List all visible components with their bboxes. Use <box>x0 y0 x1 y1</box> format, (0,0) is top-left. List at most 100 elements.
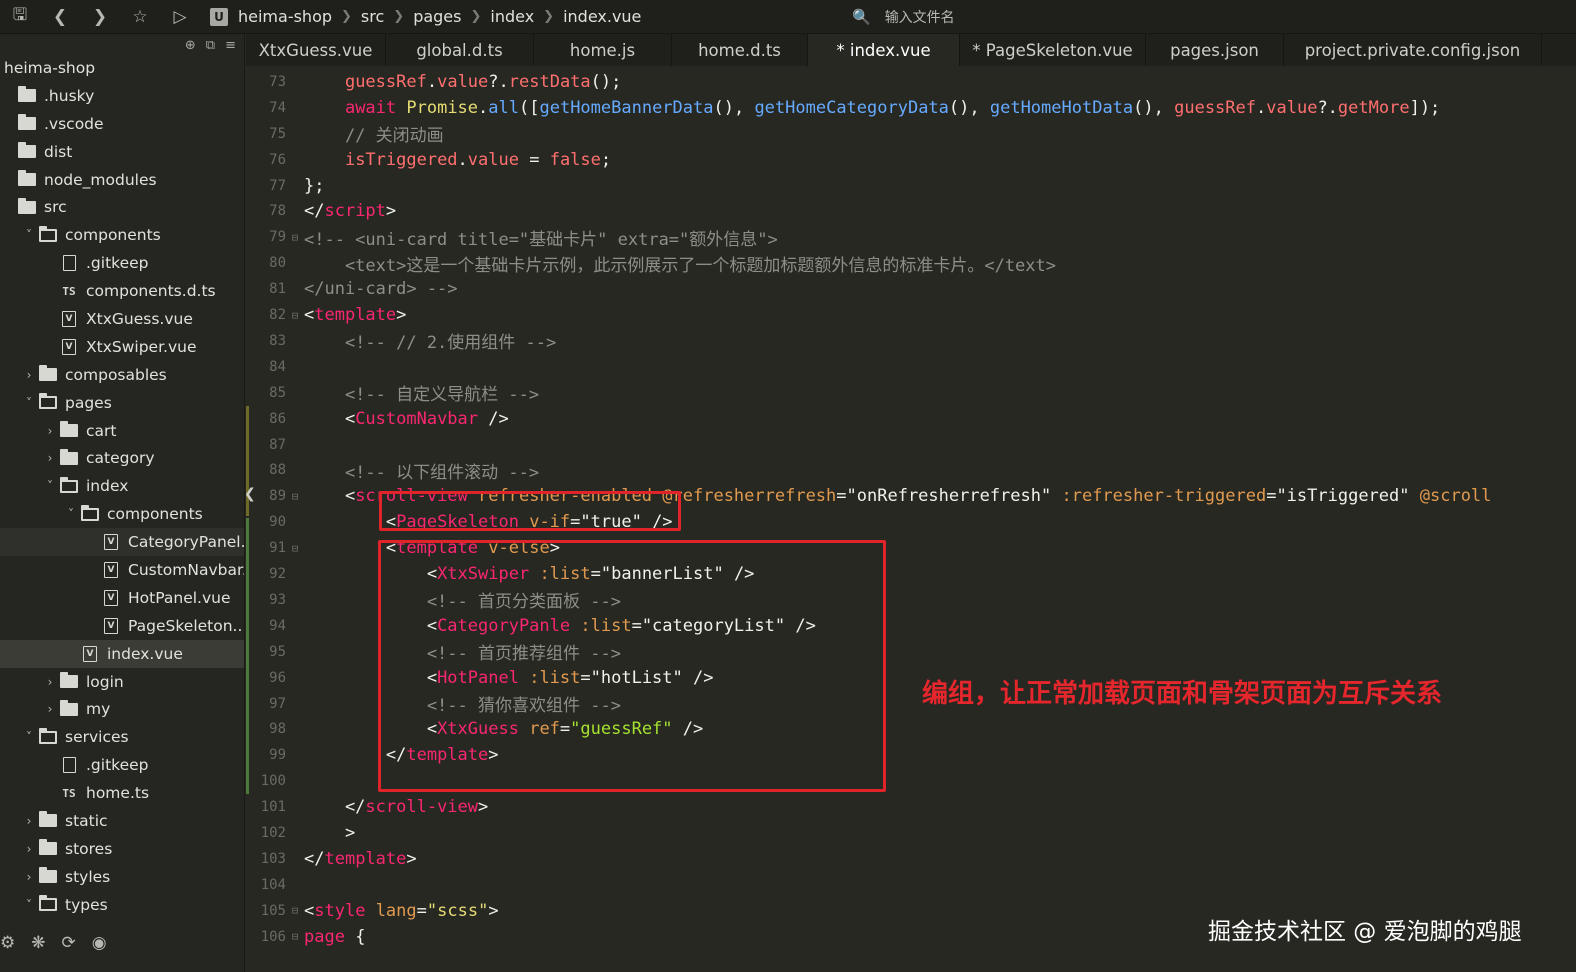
debug-icon[interactable]: ❋ <box>31 933 45 953</box>
globe-icon[interactable]: ◉ <box>92 933 107 953</box>
tree-item[interactable]: ˅ services <box>0 723 244 751</box>
tree-item[interactable]: TS components.d.ts <box>0 277 244 305</box>
tab-6[interactable]: pages.json <box>1146 34 1284 66</box>
chevron-right-icon[interactable]: › <box>42 702 58 716</box>
bug-icon[interactable]: ⚙ <box>0 933 15 953</box>
tab-7[interactable]: project.private.config.json <box>1284 34 1542 66</box>
code-line[interactable]: 76 isTriggered.value = false; <box>246 147 1576 173</box>
chevron-right-icon: ❯ <box>470 9 482 24</box>
tree-item[interactable]: .vscode <box>0 110 244 138</box>
file-search[interactable]: 🔍 输入文件名 <box>852 0 955 34</box>
code-line[interactable]: 84 <box>246 354 1576 380</box>
tree-item[interactable]: ˅ pages <box>0 389 244 417</box>
tree-item[interactable]: › category <box>0 444 244 472</box>
tab-3[interactable]: home.d.ts <box>672 34 808 66</box>
tree-item[interactable]: ˅ components <box>0 500 244 528</box>
tree-item[interactable]: ˅ index <box>0 472 244 500</box>
fold-icon[interactable]: ⊟ <box>286 490 304 503</box>
tree-item[interactable]: › my <box>0 695 244 723</box>
tree-item[interactable]: V XtxGuess.vue <box>0 305 244 333</box>
chevron-right-icon[interactable]: › <box>21 842 37 856</box>
chevron-down-icon[interactable]: ˅ <box>21 396 37 410</box>
code-line[interactable]: 77}; <box>246 173 1576 199</box>
code-line[interactable]: 101 </scroll-view> <box>246 794 1576 820</box>
chevron-right-icon[interactable]: › <box>42 451 58 465</box>
tree-item[interactable]: TS home.ts <box>0 779 244 807</box>
project-root[interactable]: heima-shop <box>0 54 244 82</box>
run-icon[interactable]: ▷ <box>160 0 200 34</box>
breadcrumb-item[interactable]: heima-shop <box>238 7 332 26</box>
chevron-right-icon[interactable]: › <box>42 424 58 438</box>
fold-icon[interactable]: ⊟ <box>286 231 304 244</box>
tab-5[interactable]: * PageSkeleton.vue <box>960 34 1146 66</box>
fold-icon[interactable]: ⊟ <box>286 542 304 555</box>
tab-4[interactable]: * index.vue <box>808 34 960 66</box>
breadcrumb-item[interactable]: pages <box>413 7 461 26</box>
code-line[interactable]: 104 <box>246 872 1576 898</box>
code-line[interactable]: 80 <text>这是一个基础卡片示例，此示例展示了一个标题加标题额外信息的标准… <box>246 250 1576 276</box>
tree-item[interactable]: node_modules <box>0 166 244 194</box>
code-line[interactable]: 75 // 关闭动画 <box>246 121 1576 147</box>
breadcrumb-item[interactable]: index <box>490 7 534 26</box>
tree-item[interactable]: › cart <box>0 417 244 445</box>
chevron-right-icon[interactable]: › <box>21 814 37 828</box>
code-token: > <box>304 823 356 844</box>
fold-icon[interactable]: ⊟ <box>286 904 304 917</box>
breadcrumb-item[interactable]: src <box>361 7 384 26</box>
forward-arrow-icon[interactable]: ❯ <box>80 0 120 34</box>
tree-item[interactable]: ˅ types <box>0 891 244 919</box>
fold-icon[interactable]: ⊟ <box>286 930 304 943</box>
chevron-right-icon[interactable]: › <box>21 368 37 382</box>
breadcrumb-item[interactable]: index.vue <box>563 7 641 26</box>
file-search-placeholder[interactable]: 输入文件名 <box>885 7 955 27</box>
chevron-down-icon[interactable]: ˅ <box>63 507 79 521</box>
code-line[interactable]: 82 ⊟ <template> <box>246 302 1576 328</box>
sync-icon[interactable]: ⟳ <box>62 933 76 953</box>
code-line[interactable]: 74 await Promise.all([getHomeBannerData(… <box>246 95 1576 121</box>
code-line[interactable]: 102 > <box>246 820 1576 846</box>
tree-item[interactable]: › composables <box>0 361 244 389</box>
save-icon[interactable]: 🖫 <box>0 0 40 34</box>
tree-item[interactable]: V CustomNavbar... <box>0 556 244 584</box>
code-line[interactable]: 86 <CustomNavbar /> <box>246 406 1576 432</box>
tab-2[interactable]: home.js <box>534 34 672 66</box>
code-line[interactable]: 78 </script> <box>246 199 1576 225</box>
tree-item[interactable]: › styles <box>0 863 244 891</box>
locate-icon[interactable]: ⊕ <box>185 38 196 53</box>
tree-item[interactable]: V CategoryPanel... <box>0 528 244 557</box>
tree-item[interactable]: V HotPanel.vue <box>0 584 244 612</box>
code-line[interactable]: 81 </uni-card> --> <box>246 276 1576 302</box>
tree-item[interactable]: .gitkeep <box>0 751 244 779</box>
tree-item[interactable]: V PageSkeleton.... <box>0 612 244 640</box>
chevron-down-icon[interactable]: ˅ <box>42 479 58 493</box>
code-line[interactable]: 83 <!-- // 2.使用组件 --> <box>246 328 1576 354</box>
tree-item[interactable]: V XtxSwiper.vue <box>0 333 244 361</box>
tab-0[interactable]: XtxGuess.vue <box>246 34 386 66</box>
chevron-down-icon[interactable]: ˅ <box>21 228 37 242</box>
code-line[interactable]: 87 <box>246 432 1576 458</box>
chevron-right-icon[interactable]: › <box>42 675 58 689</box>
chevron-right-icon[interactable]: › <box>21 870 37 884</box>
tree-item[interactable]: › static <box>0 807 244 835</box>
tree-item[interactable]: .husky <box>0 82 244 110</box>
chevron-down-icon[interactable]: ˅ <box>21 730 37 744</box>
tab-1[interactable]: global.d.ts <box>386 34 534 66</box>
tree-item[interactable]: Vindex.vue <box>0 639 244 668</box>
menu-icon[interactable]: ≡ <box>225 38 236 53</box>
tree-item[interactable]: › login <box>0 668 244 696</box>
code-line[interactable]: 73 guessRef.value?.restData(); <box>246 69 1576 95</box>
chevron-down-icon[interactable]: ˅ <box>21 898 37 912</box>
back-arrow-icon[interactable]: ❮ <box>40 0 80 34</box>
tree-item[interactable]: › stores <box>0 835 244 863</box>
tree-item[interactable]: ˅ components <box>0 221 244 249</box>
code-line[interactable]: 85 <!-- 自定义导航栏 --> <box>246 380 1576 406</box>
collapse-all-icon[interactable]: ⧉ <box>206 38 215 53</box>
fold-icon[interactable]: ⊟ <box>286 309 304 322</box>
code-line[interactable]: 79 ⊟ <!-- <uni-card title="基础卡片" extra="额外… <box>246 224 1576 250</box>
code-line[interactable]: 103 </template> <box>246 846 1576 872</box>
tree-item[interactable]: .gitkeep <box>0 249 244 277</box>
tree-item[interactable]: src <box>0 193 244 221</box>
tree-item[interactable]: dist <box>0 138 244 166</box>
code-line[interactable]: 88 <!-- 以下组件滚动 --> <box>246 458 1576 484</box>
star-icon[interactable]: ☆ <box>120 0 160 34</box>
